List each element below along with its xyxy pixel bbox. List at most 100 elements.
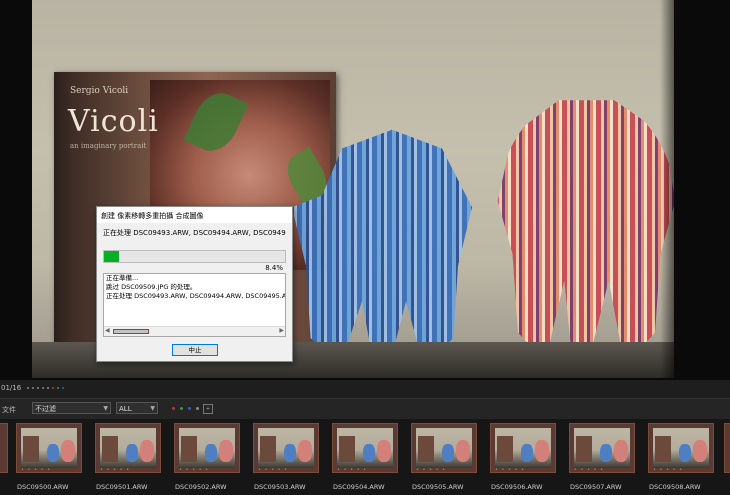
thumbnail[interactable]: • • • • • [332,423,398,473]
thumb-blue-elephant [521,444,533,462]
log-line: 正在处理 DSC09493.ARW, DSC09494.ARW, DSC0949… [106,292,286,300]
image-counter: 01/16 [1,384,22,392]
thumb-book [260,436,276,462]
rating-dot-icon[interactable] [27,387,29,389]
thumbnail-partial[interactable] [724,423,730,473]
thumbnail[interactable]: • • • • • [648,423,714,473]
thumb-rating-dots: • • • • • [21,467,52,473]
book-title: Vicoli [68,104,159,139]
thumbnail-label: DSC09508.ARW [649,483,701,491]
thumbnail[interactable]: • • • • • [253,423,319,473]
thumbnail-partial[interactable] [0,423,8,473]
blue-filter-icon[interactable] [188,407,191,410]
thumbnail-image [653,428,709,468]
thumb-book [576,436,592,462]
thumb-blue-elephant [600,444,612,462]
thumb-blue-elephant [442,444,454,462]
thumb-blue-elephant [47,444,59,462]
chevron-down-icon: ▼ [103,405,108,412]
red-filter-icon[interactable] [172,407,175,410]
progress-bar [103,250,286,263]
thumb-rating-dots: • • • • • [416,467,447,473]
thumb-red-elephant [377,440,391,462]
rating-dot-icon[interactable] [42,387,44,389]
rating-dot-icon[interactable] [47,387,49,389]
thumbnail-label: DSC09501.ARW [96,483,148,491]
thumb-book [497,436,513,462]
green-label-icon[interactable] [57,387,59,389]
thumbnail[interactable]: • • • • • [174,423,240,473]
thumb-red-elephant [456,440,470,462]
thumb-blue-elephant [679,444,691,462]
rating-dots[interactable] [27,387,64,389]
thumbnail-label: DSC09502.ARW [175,483,227,491]
thumbnail-label: DSC09503.ARW [254,483,306,491]
thumb-rating-dots: • • • • • [653,467,684,473]
stop-button[interactable]: 中止 [172,344,218,356]
progress-bar-fill [104,251,120,262]
filter-select-value: 不过滤 [35,405,56,413]
thumb-book [655,436,671,462]
scroll-left-icon[interactable]: ◀ [105,327,110,334]
file-label: 文件 [2,406,16,414]
thumbnail-image [574,428,630,468]
scrollbar-thumb[interactable] [113,329,149,334]
thumb-red-elephant [61,440,75,462]
thumbnail-image [337,428,393,468]
thumbnail-label: DSC09507.ARW [570,483,622,491]
filter-toggle-icon[interactable]: + [203,404,213,414]
rating-select[interactable]: ALL ▼ [116,402,158,414]
horizontal-scrollbar[interactable]: ◀ ▶ [104,326,285,336]
log-box[interactable]: 正在準備... 跳过 DSC09509.JPG 的处理。 正在处理 DSC094… [103,273,286,337]
image-viewer: Sergio Vicoli Vicoli an imaginary portra… [0,0,730,380]
thumbnail-label: DSC09500.ARW [17,483,69,491]
log-line: 跳过 DSC09509.JPG 的处理。 [106,283,197,291]
thumb-blue-elephant [205,444,217,462]
thumbnail[interactable]: • • • • • [16,423,82,473]
thumb-rating-dots: • • • • • [574,467,605,473]
gray-filter-icon[interactable] [196,407,199,410]
status-row: 01/16 [0,380,730,398]
thumbnail[interactable]: • • • • • [411,423,477,473]
green-filter-icon[interactable] [180,407,183,410]
processing-files-text: 正在处理 DSC09493.ARW, DSC09494.ARW, DSC0949… [103,229,286,237]
progress-dialog: 創建 像素移轉多重拍攝 合成圖像 × 正在处理 DSC09493.ARW, DS… [96,206,293,362]
red-label-icon[interactable] [52,387,54,389]
blue-label-icon[interactable] [62,387,64,389]
dialog-titlebar[interactable]: 創建 像素移轉多重拍攝 合成圖像 × [97,207,292,223]
log-line: 正在準備... [106,274,139,282]
thumbnail-label: DSC09505.ARW [412,483,464,491]
thumb-red-elephant [535,440,549,462]
thumbnail[interactable]: • • • • • [569,423,635,473]
thumbnail-image [258,428,314,468]
red-elephant [497,100,674,360]
thumbnail-label: DSC09504.ARW [333,483,385,491]
close-icon[interactable]: × [101,211,288,219]
thumb-blue-elephant [126,444,138,462]
thumb-book [23,436,39,462]
thumb-blue-elephant [284,444,296,462]
chevron-down-icon: ▼ [150,405,155,412]
thumbnail-image [100,428,156,468]
thumbnail-image [179,428,235,468]
thumb-red-elephant [614,440,628,462]
book-subtitle: an imaginary portrait [70,142,147,150]
progress-percent: 8.4% [265,264,283,272]
thumbnail-label: DSC09506.ARW [491,483,543,491]
thumb-book [418,436,434,462]
rating-select-value: ALL [119,405,132,413]
rating-dot-icon[interactable] [37,387,39,389]
thumb-book [181,436,197,462]
thumb-red-elephant [298,440,312,462]
thumb-book [339,436,355,462]
thumbnail[interactable]: • • • • • [490,423,556,473]
filter-select[interactable]: 不过滤 ▼ [32,402,111,414]
thumb-rating-dots: • • • • • [100,467,131,473]
thumb-book [102,436,118,462]
thumb-rating-dots: • • • • • [337,467,368,473]
scroll-right-icon[interactable]: ▶ [279,327,284,334]
thumbnail-image [21,428,77,468]
filmstrip: • • • • • DSC09500.ARW • • • • • DSC09501.A… [0,419,730,495]
thumbnail[interactable]: • • • • • [95,423,161,473]
rating-dot-icon[interactable] [32,387,34,389]
